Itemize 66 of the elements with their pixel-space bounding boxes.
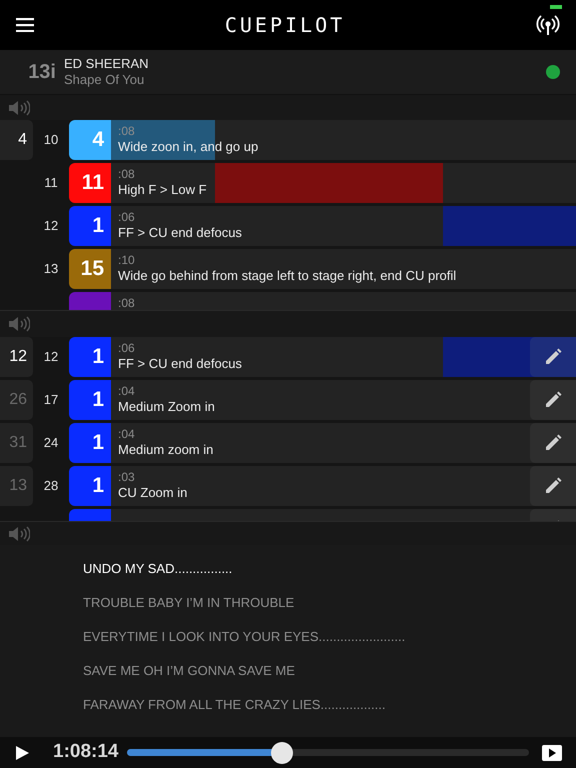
cue-number: 13 (44, 260, 58, 278)
cue-duration: :03 (118, 469, 136, 485)
cue-duration: :10 (118, 252, 136, 268)
app-title: CUEPILOT (224, 12, 346, 39)
cue-duration: :08 (118, 123, 136, 139)
edit-button[interactable] (530, 337, 576, 377)
camera-tile: 1 (69, 380, 111, 420)
cue-description: Wide zoon in, and go up (118, 139, 260, 155)
cue-description: High F > Low F (118, 182, 208, 198)
song-title: Shape Of You (64, 72, 146, 88)
lyric-line: SAVE ME OH I’M GONNA SAVE ME (83, 662, 296, 680)
cue-description: Medium Zoom in (118, 399, 216, 415)
cue-description: CU Zoom in (118, 485, 188, 501)
cue-number: 17 (44, 391, 58, 410)
speaker-icon[interactable] (8, 316, 30, 332)
camera-tile: 4 (69, 120, 111, 160)
shot-number[interactable]: 13 (0, 466, 33, 506)
cue-description: Medium zoom in (118, 442, 214, 458)
camera-tile: 1 (69, 466, 111, 506)
lyric-line: EVERYTIME I LOOK INTO YOUR EYES........................ (83, 628, 406, 646)
cue-number: 12 (44, 217, 58, 236)
slider-thumb[interactable] (271, 742, 294, 764)
shot-number[interactable]: 4 (0, 120, 33, 160)
battery-icon (550, 5, 562, 9)
cue-duration: :04 (118, 383, 136, 399)
pencil-icon (544, 477, 562, 495)
cue-number: 28 (44, 477, 58, 496)
camera-tile: 15 (69, 249, 111, 289)
cue-number: 10 (44, 131, 58, 150)
play-icon[interactable] (14, 744, 30, 760)
cue-duration: :04 (118, 426, 136, 442)
play-box-icon[interactable] (542, 744, 562, 760)
cue-duration: :06 (118, 209, 136, 225)
speaker-icon[interactable] (8, 526, 30, 542)
shot-number[interactable]: 12 (0, 337, 33, 377)
lyric-line: TROUBLE BABY I’M IN THROUBLE (83, 594, 296, 612)
camera-tile: 1 (69, 423, 111, 463)
cue-duration: :08 (118, 166, 136, 182)
cue-duration: :08 (118, 295, 136, 310)
speaker-icon[interactable] (8, 100, 30, 116)
cue-description: Wide go behind from stage left to stage right, end CU profil (118, 268, 458, 284)
camera-tile: 1 (69, 337, 111, 377)
cue-description: FF > CU end defocus (118, 225, 243, 241)
edit-button[interactable] (530, 423, 576, 463)
playback-slider[interactable] (126, 742, 528, 764)
cue-number: 24 (44, 434, 58, 452)
broadcast-icon[interactable] (536, 14, 560, 36)
lyric-line: UNDO MY SAD................ (83, 560, 234, 578)
edit-button[interactable] (530, 380, 576, 420)
shot-number[interactable]: 26 (0, 380, 33, 420)
lyric-line: FARAWAY FROM ALL THE CRAZY LIES.................. (83, 696, 386, 714)
cue-duration: :06 (118, 340, 136, 356)
shot-number[interactable]: 31 (0, 423, 33, 463)
artist-name: ED SHEERAN (64, 56, 149, 72)
edit-button[interactable] (530, 466, 576, 506)
menu-icon[interactable] (16, 18, 34, 32)
playback-time: 1:08:14 (53, 740, 118, 764)
pencil-icon (544, 348, 562, 366)
cue-number: 11 (44, 174, 58, 192)
cue-number: 12 (44, 348, 58, 366)
pencil-icon (544, 391, 562, 409)
camera-tile: 11 (69, 163, 111, 203)
camera-tile: 1 (69, 206, 111, 246)
song-number: 13i (27, 60, 57, 85)
cue-description: FF > CU end defocus (118, 356, 243, 372)
pencil-icon (544, 434, 562, 452)
